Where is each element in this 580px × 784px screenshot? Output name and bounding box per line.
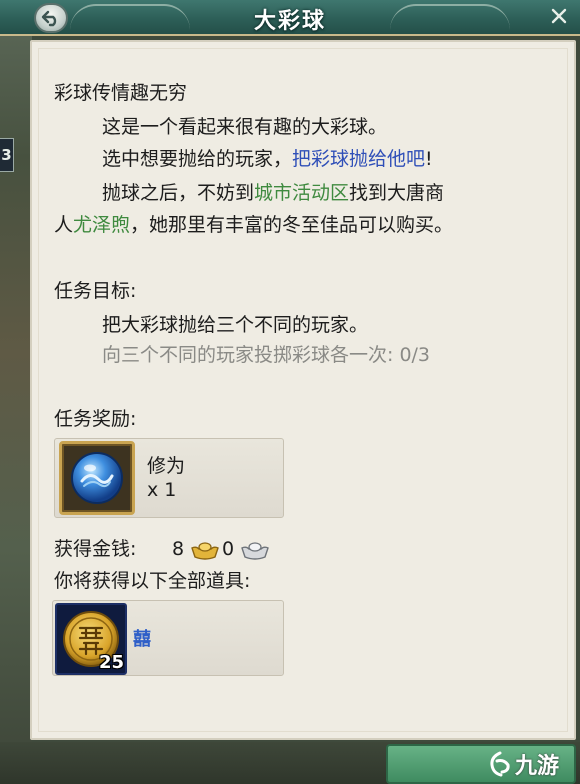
jiuyou-logo-icon: [490, 751, 510, 777]
item-count: 25: [98, 652, 124, 673]
description-line-2: 选中想要抛给的玩家，把彩球抛给他吧!: [102, 146, 433, 172]
description-line-2-prefix: 选中想要抛给的玩家，: [102, 148, 293, 170]
description-line-4: 人尤泽煦，她那里有丰富的冬至佳品可以购买。: [54, 212, 453, 238]
gold-ingot-icon: [190, 539, 220, 561]
description-line-3-suffix: 找到大唐商: [349, 182, 445, 204]
window-title: 大彩球: [253, 9, 326, 34]
description-line-3-prefix: 抛球之后，不妨到: [102, 182, 255, 204]
reward-slot[interactable]: 修为 x 1: [54, 438, 284, 518]
reward-quantity: x 1: [147, 479, 177, 501]
description-heading: 彩球传情趣无穷: [54, 82, 188, 104]
description-line-1: 这是一个看起来很有趣的大彩球。: [102, 116, 388, 138]
objective-text: 把大彩球抛给三个不同的玩家。: [102, 314, 369, 336]
side-badge: 3: [0, 138, 14, 172]
npc-link[interactable]: 尤泽煦: [73, 214, 130, 236]
item-slot[interactable]: 25 囍: [52, 600, 284, 676]
item-icon-frame: 25: [55, 603, 127, 675]
money-label: 获得金钱:: [54, 538, 137, 560]
description-line-4-suffix: ，她那里有丰富的冬至佳品可以购买。: [130, 214, 454, 236]
objective-progress: 向三个不同的玩家投掷彩球各一次: 0/3: [102, 344, 431, 366]
watermark: 九游: [488, 746, 559, 782]
silver-amount: 0: [222, 538, 235, 560]
description-line-4-prefix: 人: [54, 214, 74, 236]
objective-label: 任务目标:: [54, 280, 137, 302]
reward-icon-frame: [59, 441, 135, 515]
gold-amount: 8: [172, 538, 185, 560]
description-line-3: 抛球之后，不妨到城市活动区找到大唐商: [102, 180, 444, 206]
silver-ingot-icon: [240, 539, 270, 561]
location-link[interactable]: 城市活动区: [254, 182, 349, 204]
watermark-text: 九游: [515, 754, 560, 779]
reward-label: 任务奖励:: [54, 408, 137, 430]
close-icon: [551, 8, 567, 24]
items-label: 你将获得以下全部道具:: [54, 570, 251, 592]
description-line-2-suffix: !: [425, 148, 433, 170]
side-badge-text: 3: [1, 146, 12, 164]
item-name: 囍: [133, 629, 151, 650]
background-scene: 3: [0, 0, 32, 784]
throw-ball-highlight: 把彩球抛给他吧: [292, 148, 426, 170]
blue-orb-icon: [71, 452, 123, 504]
reward-name: 修为: [147, 455, 186, 477]
close-button[interactable]: [548, 5, 570, 27]
title-bar: 大彩球: [0, 0, 580, 36]
